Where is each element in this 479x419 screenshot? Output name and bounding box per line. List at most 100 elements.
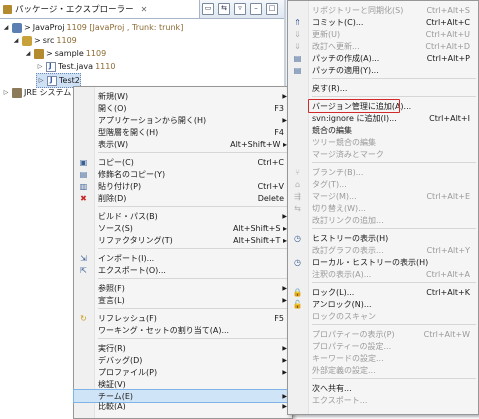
menu-item-1[interactable]: リポジトリーと同期化(S) Ctrl+Alt+S [288, 4, 478, 16]
minimize-icon[interactable]: – [250, 3, 262, 15]
menu-item-1[interactable]: 新規(W) ▶ [74, 90, 292, 102]
menu-item-6[interactable]: ▤ パッチの適用(Y)... [288, 64, 478, 76]
menu-item-22[interactable]: 🔒 ロック(L)... Ctrl+Alt+K [288, 286, 478, 298]
menu-item-14[interactable]: ⌂ タグ(T)... [288, 178, 478, 190]
menu-item-6[interactable]: ▣ コピー(C) Ctrl+C [74, 156, 292, 168]
menu-separator [98, 248, 290, 249]
file-name: Test2 [59, 76, 80, 85]
library-icon [12, 87, 22, 98]
menu-item-4[interactable]: ⇓ 改訂へ更新... Ctrl+Alt+D [288, 40, 478, 52]
menu-item-label: キーワードの設定... [312, 353, 384, 363]
menu-item-14[interactable]: ⇱ エクスポート(O)... [74, 264, 292, 276]
menu-item-22[interactable]: 検証(V) [74, 378, 292, 390]
menu-item-20[interactable]: ◷ ローカル・ヒストリーの表示(H) [288, 256, 478, 268]
menu-item-25[interactable]: プロパティーの表示(P) Ctrl+Alt+W [288, 328, 478, 340]
collapse-arrow-icon[interactable]: ◢ [24, 50, 32, 57]
menu-item-2[interactable]: 開く(O) F3 [74, 102, 292, 114]
menu-item-3[interactable]: ⇓ 更新(U) Ctrl+Alt+U [288, 28, 478, 40]
menu-item-11[interactable]: ソース(S) Alt+Shift+S ▸ [74, 222, 292, 234]
package-name: sample [54, 49, 84, 58]
menu-item-15[interactable]: 参照(F) ▶ [74, 282, 292, 294]
menu-item-11[interactable]: ツリー競合の編集 [288, 136, 478, 148]
menu-item-24[interactable]: ロックのスキャン [288, 310, 478, 322]
menu-item-label: 外部定義の設定... [312, 365, 376, 375]
project-icon [12, 22, 22, 33]
tree-node-src[interactable]: ◢ > src 1109 [12, 34, 77, 47]
tree-node-project[interactable]: ◢ > JavaProj 1109 [JavaProj , Trunk: tru… [2, 21, 183, 34]
menu-item-shortcut: Ctrl+Alt+U [425, 29, 470, 39]
menu-item-26[interactable]: プロパティーの設定... [288, 340, 478, 352]
menu-item-15[interactable]: ⇶ マージ(M)... Ctrl+Alt+E [288, 190, 478, 202]
menu-separator [312, 228, 476, 229]
menu-item-10[interactable]: ビルド・パス(B) ▶ [74, 210, 292, 222]
menu-item-19[interactable]: 実行(R) ▶ [74, 342, 292, 354]
menu-item-5[interactable]: ▤ パッチの作成(A)... Ctrl+Alt+P [288, 52, 478, 64]
menu-item-label: 戻す(R)... [312, 83, 348, 93]
menu-item-shortcut: F3 [274, 103, 284, 113]
tree-node-package[interactable]: ◢ > sample 1109 [24, 47, 106, 60]
package-explorer-icon [3, 4, 12, 14]
menu-item-19[interactable]: 改訂グラフの表示... Ctrl+Alt+Y [288, 244, 478, 256]
menu-item-label: 改訂へ更新... [312, 41, 360, 51]
menu-separator [98, 152, 290, 153]
menu-item-23[interactable]: チーム(E) ▶ [73, 389, 293, 403]
menu-item-23[interactable]: 🔓 アンロック(N)... [288, 298, 478, 310]
java-file-icon [46, 61, 56, 72]
menu-item-7[interactable]: 戻す(R)... [288, 82, 478, 94]
project-revision: 1109 [JavaProj , Trunk: trunk] [66, 23, 184, 32]
menu-item-17[interactable]: ↻ リフレッシュ(F) F5 [74, 312, 292, 324]
menu-item-20[interactable]: デバッグ(D) ▶ [74, 354, 292, 366]
menu-item-13[interactable]: ⇲ インポート(I)... [74, 252, 292, 264]
menu-item-4[interactable]: 型階層を開く(H) F4 [74, 126, 292, 138]
tree-node-jre[interactable]: ▷ JRE システム [2, 86, 71, 99]
menu-item-29[interactable]: 次へ共有... [288, 382, 478, 394]
menu-item-shortcut: Ctrl+Alt+W [423, 329, 470, 339]
menu-item-5[interactable]: 表示(W) Alt+Shift+W ▸ [74, 138, 292, 150]
menu-item-17[interactable]: 改訂リンクの追加... [288, 214, 478, 226]
menu-item-label: リポジトリーと同期化(S) [312, 5, 404, 15]
link-with-editor-icon[interactable]: ⇆ [218, 3, 230, 15]
menu-item-21[interactable]: 注釈の表示(A)... Ctrl+Alt+A [288, 268, 478, 280]
project-prefix: > [24, 23, 31, 32]
menu-item-12[interactable]: マージ済みとマーク [288, 148, 478, 160]
menu-item-label: 開く(O) [98, 103, 127, 113]
menu-item-9[interactable]: ✖ 削除(D) Delete [74, 192, 292, 204]
menu-item-30[interactable]: エクスポート... [288, 394, 478, 406]
menu-item-13[interactable]: ⑂ ブランチ(B)... [288, 166, 478, 178]
menu-item-27[interactable]: キーワードの設定... [288, 352, 478, 364]
menu-separator [98, 278, 290, 279]
menu-item-shortcut: Ctrl+Alt+K [426, 287, 470, 297]
menu-item-label: svn:ignore に追加(I)... [312, 113, 397, 123]
expand-arrow-icon[interactable]: ▷ [2, 89, 10, 96]
expand-arrow-icon[interactable]: ▷ [36, 63, 44, 70]
menu-item-8[interactable]: ▥ 貼り付け(P) Ctrl+V [74, 180, 292, 192]
menu-item-16[interactable]: ⇆ 切り替え(W)... [288, 202, 478, 214]
menu-item-24[interactable]: 比較(A) ▶ [74, 402, 292, 410]
menu-item-16[interactable]: 宣言(L) ▶ [74, 294, 292, 306]
menu-item-21[interactable]: プロファイル(P) ▶ [74, 366, 292, 378]
collapse-arrow-icon[interactable]: ◢ [2, 24, 10, 31]
menu-item-shortcut: Alt+Shift+T ▸ [233, 235, 287, 245]
collapse-arrow-icon[interactable]: ◢ [12, 37, 20, 44]
tree-node-test-java[interactable]: ▷ Test.java 1110 [36, 60, 115, 73]
maximize-icon[interactable]: □ [266, 3, 278, 15]
menu-item-shortcut: F4 [274, 127, 284, 137]
expand-arrow-icon[interactable]: ▷ [37, 77, 45, 84]
menu-item-18[interactable]: ◷ ヒストリーの表示(H) [288, 232, 478, 244]
menu-item-9[interactable]: svn:ignore に追加(I)... Ctrl+Alt+I [288, 112, 478, 124]
close-icon[interactable]: ✕ [141, 5, 148, 14]
menu-item-28[interactable]: 外部定義の設定... [288, 364, 478, 376]
menu-separator [312, 162, 476, 163]
menu-item-2[interactable]: ⇑ コミット(C)... Ctrl+Alt+C [288, 16, 478, 28]
view-menu-icon[interactable]: ▿ [234, 3, 246, 15]
collapse-all-icon[interactable]: ▭ [202, 3, 214, 15]
menu-item-label: 注釈の表示(A)... [312, 269, 372, 279]
package-explorer-tab[interactable]: パッケージ・エクスプローラー ✕ [0, 0, 200, 18]
menu-item-3[interactable]: アプリケーションから開く(H) ▶ [74, 114, 292, 126]
menu-item-7[interactable]: ▤ 修飾名のコピー(Y) [74, 168, 292, 180]
menu-item-18[interactable]: ワーキング・セットの割り当て(A)... [74, 324, 292, 336]
menu-item-12[interactable]: リファクタリング(T) Alt+Shift+T ▸ [74, 234, 292, 246]
menu-item-label: タグ(T)... [312, 179, 347, 189]
menu-item-shortcut: Ctrl+Alt+D [425, 41, 470, 51]
menu-item-10[interactable]: 競合の編集 [288, 124, 478, 136]
